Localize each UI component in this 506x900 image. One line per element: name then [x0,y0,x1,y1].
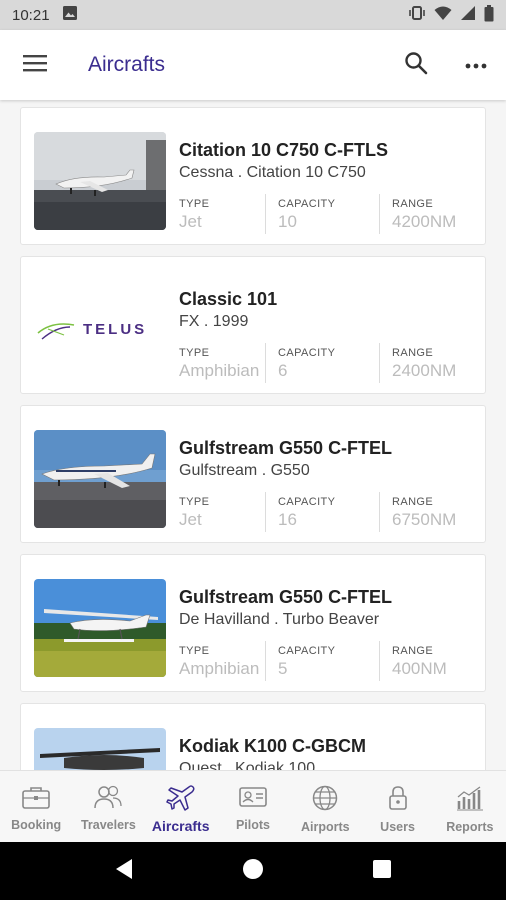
nav-travelers[interactable]: Travelers [72,771,144,842]
nav-label: Pilots [235,818,270,832]
capacity-value: 16 [278,510,297,529]
aircraft-card[interactable]: Kodiak K100 C-GBCM Quest . Kodiak 100 [20,703,486,770]
people-icon [93,785,123,814]
type-label: TYPE [179,198,210,210]
menu-icon [23,54,47,77]
aircraft-card[interactable]: TELUS Classic 101 FX . 1999 TYPE Amphibia… [20,256,486,394]
range-label: RANGE [392,198,434,210]
capacity-value: 6 [278,361,288,380]
page-title: Aircrafts [88,53,166,76]
aircraft-list: Citation 10 C750 C-FTLS Cessna . Citatio… [0,100,506,770]
type-value: Jet [179,510,202,529]
nav-label: Travelers [80,818,136,832]
aircraft-specs: TYPE Jet CAPACITY 16 RANGE 6750NM [179,492,479,532]
range-value: 2400NM [392,361,457,380]
aircraft-specs: TYPE Amphibian CAPACITY 5 RANGE 400NM [179,641,479,681]
aircraft-subtitle: Cessna . Citation 10 C750 [179,164,366,181]
capacity-label: CAPACITY [278,347,336,359]
aircraft-card[interactable]: Gulfstream G550 C-FTEL De Havilland . Tu… [20,554,486,692]
search-icon [404,51,428,80]
nav-reports[interactable]: Reports [434,771,506,842]
type-value: Jet [179,212,202,231]
range-value: 6750NM [392,510,457,529]
system-navigation-bar [0,842,506,900]
nav-airports[interactable]: Airports [289,771,361,842]
more-icon [465,56,487,74]
battery-icon [484,4,494,26]
plane-icon [165,785,196,816]
id-card-icon [238,785,268,814]
range-label: RANGE [392,645,434,657]
nav-label: Aircrafts [151,818,210,834]
aircraft-photo [34,579,166,677]
more-options-button[interactable] [446,30,506,100]
nav-label: Booking [11,818,62,832]
search-button[interactable] [386,30,446,100]
type-label: TYPE [179,645,210,657]
capacity-value: 5 [278,659,288,678]
bottom-navigation: Booking Travelers Aircrafts Pilots Airpo… [0,770,506,842]
type-value: Amphibian [179,659,260,678]
aircraft-card[interactable]: Gulfstream G550 C-FTEL Gulfstream . G550… [20,405,486,543]
logo-text: TELUS [83,321,147,338]
range-label: RANGE [392,496,434,508]
nav-label: Users [380,820,415,834]
nav-booking[interactable]: Booking [0,771,72,842]
aircraft-subtitle: FX . 1999 [179,313,249,330]
bar-chart-icon [455,785,485,816]
type-value: Amphibian [179,361,260,380]
menu-button[interactable] [0,30,70,100]
nav-users[interactable]: Users [361,771,433,842]
wifi-icon [434,5,452,25]
range-label: RANGE [392,347,434,359]
aircraft-name: Citation 10 C750 C-FTLS [179,140,389,160]
lock-icon [383,785,413,816]
home-icon[interactable] [241,857,265,886]
nav-label: Airports [300,820,350,834]
range-value: 4200NM [392,212,457,231]
telus-logo: TELUS [34,281,166,379]
aircraft-name: Classic 101 [179,289,278,309]
nav-pilots[interactable]: Pilots [217,771,289,842]
aircraft-subtitle: Gulfstream . G550 [179,462,310,479]
globe-icon [310,785,340,816]
capacity-value: 10 [278,212,297,231]
app-bar: Aircrafts [0,30,506,100]
aircraft-specs: TYPE Jet CAPACITY 10 RANGE 4200NM [179,194,479,234]
recents-icon[interactable] [372,859,392,884]
aircraft-photo [34,728,166,770]
type-label: TYPE [179,347,210,359]
screen: 10:21 Aircrafts Citation 10 C750 C-FTLS … [0,0,506,900]
signal-icon [460,5,476,25]
aircraft-photo [34,430,166,528]
type-label: TYPE [179,496,210,508]
nav-label: Reports [446,820,494,834]
range-value: 400NM [392,659,447,678]
aircraft-subtitle: De Havilland . Turbo Beaver [179,611,380,628]
capacity-label: CAPACITY [278,645,336,657]
aircraft-name: Kodiak K100 C-GBCM [179,736,367,756]
back-icon[interactable] [114,858,134,885]
aircraft-specs: TYPE Amphibian CAPACITY 6 RANGE 2400NM [179,343,479,383]
image-icon [62,5,78,25]
vibrate-icon [408,5,426,25]
status-time: 10:21 [12,6,50,24]
aircraft-photo [34,132,166,230]
capacity-label: CAPACITY [278,496,336,508]
status-bar: 10:21 [0,0,506,30]
capacity-label: CAPACITY [278,198,336,210]
briefcase-icon [21,785,51,814]
aircraft-card[interactable]: Citation 10 C750 C-FTLS Cessna . Citatio… [20,107,486,245]
nav-aircrafts[interactable]: Aircrafts [145,771,217,842]
aircraft-name: Gulfstream G550 C-FTEL [179,438,393,458]
aircraft-subtitle: Quest . Kodiak 100 [179,760,316,770]
aircraft-name: Gulfstream G550 C-FTEL [179,587,393,607]
